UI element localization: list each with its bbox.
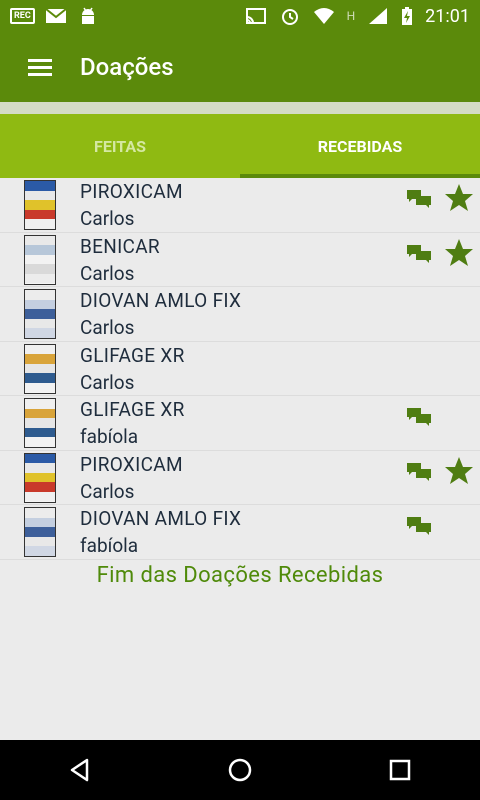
donor-name: Carlos [80,207,135,230]
donor-name: fabíola [80,425,139,448]
donor-name: Carlos [80,316,135,339]
medicine-thumbnail [24,180,56,230]
donor-name: Carlos [80,479,135,503]
status-bar: REC H 21:01 [0,0,480,32]
app-bar: Doações [0,32,480,102]
medicine-name: DIOVAN AMLO FIX [80,289,242,312]
mail-icon [45,8,67,23]
medicine-thumbnail [24,234,56,285]
home-button[interactable] [210,740,270,800]
chat-icon[interactable] [406,515,432,537]
medicine-name: GLIFAGE XR [80,343,185,367]
list-item[interactable]: GLIFAGE XR Carlos [0,342,480,396]
back-button[interactable] [50,740,110,800]
medicine-name: BENICAR [80,234,160,258]
list-item[interactable]: BENICAR Carlos [0,233,480,287]
medicine-thumbnail [24,289,56,339]
android-icon [81,7,94,24]
medicine-name: DIOVAN AMLO FIX [80,507,242,530]
hamburger-menu-button[interactable] [0,32,80,102]
list-item[interactable]: PIROXICAM Carlos [0,451,480,505]
medicine-thumbnail [24,343,56,394]
navigation-bar [0,740,480,800]
chat-icon[interactable] [406,406,432,428]
signal-icon [369,8,388,24]
alarm-icon [281,9,298,25]
chat-icon[interactable] [406,243,432,265]
donor-name: Carlos [80,261,135,285]
page-title: Doações [80,53,174,81]
divider-stripe [0,102,480,114]
hamburger-icon [28,57,52,78]
chat-icon[interactable] [406,461,432,483]
donations-list: PIROXICAM Carlos BENICAR Carlos DIOVAN AMLO … [0,178,480,560]
donor-name: Carlos [80,370,135,394]
medicine-thumbnail [24,507,56,557]
medicine-name: PIROXICAM [80,180,183,203]
rec-icon: REC [10,8,35,24]
list-item[interactable]: DIOVAN AMLO FIX Carlos [0,287,480,342]
home-icon [228,758,252,782]
donor-name: fabíola [80,534,139,557]
recents-icon [389,759,411,781]
tab-bar: FEITAS RECEBIDAS [0,114,480,178]
list-item[interactable]: GLIFAGE XR fabíola [0,396,480,451]
star-icon[interactable] [444,238,474,268]
clock: 21:01 [425,5,470,27]
medicine-thumbnail [24,452,56,503]
tab-feitas[interactable]: FEITAS [0,114,240,178]
medicine-name: PIROXICAM [80,452,183,476]
end-of-list-message: Fim das Doações Recebidas [96,563,384,588]
star-icon[interactable] [444,456,474,486]
back-icon [70,758,89,782]
medicine-thumbnail [24,398,56,448]
chat-icon[interactable] [406,188,432,210]
tab-recebidas[interactable]: RECEBIDAS [240,114,480,178]
network-type-label: H [346,9,356,23]
star-icon[interactable] [444,183,474,213]
recents-button[interactable] [370,740,430,800]
cast-icon [245,8,266,24]
list-item[interactable]: PIROXICAM Carlos [0,178,480,233]
wifi-icon [313,8,334,24]
list-item[interactable]: DIOVAN AMLO FIX fabíola [0,505,480,560]
battery-icon [402,7,413,25]
medicine-name: GLIFAGE XR [80,398,185,421]
